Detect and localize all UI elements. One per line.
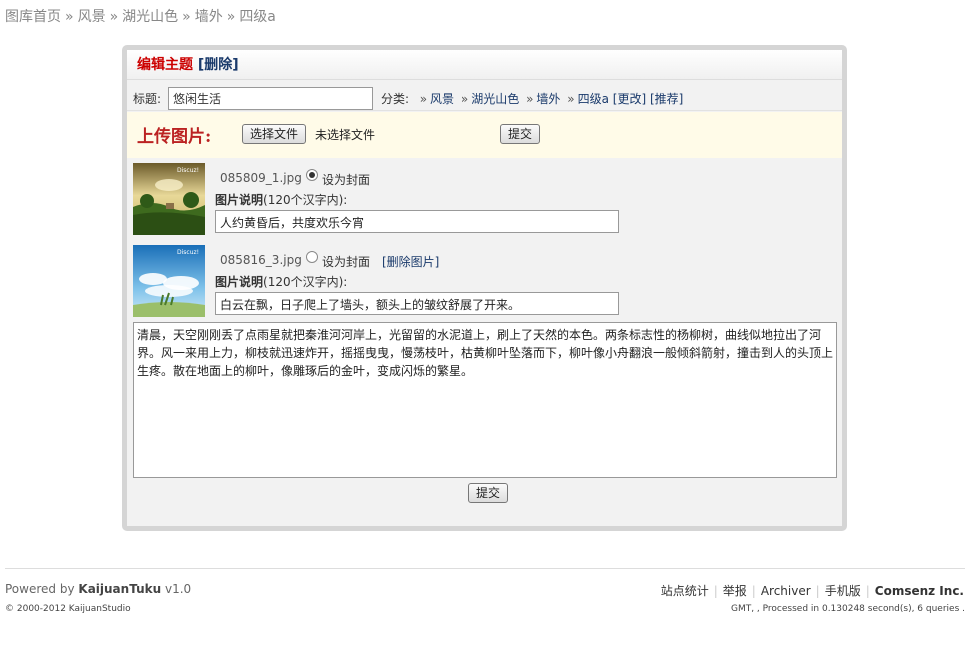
thumbnail-watermark: Discuz!: [177, 249, 199, 256]
image-desc-input[interactable]: 白云在飘，日子爬上了墙头，额头上的皱纹舒展了开来。: [215, 292, 619, 315]
title-label: 标题:: [133, 92, 162, 106]
image-item: Discuz! 085809_1.jpg 设为封面 图片说明(120个汉字内):…: [133, 163, 833, 239]
upload-submit-button[interactable]: 提交: [500, 124, 541, 144]
cover-label: 设为封面: [322, 173, 371, 187]
upload-row: 上传图片: 选择文件 未选择文件 提交: [127, 112, 842, 158]
breadcrumb-sep: »: [109, 9, 119, 25]
image-item: Discuz! 085816_3.jpg 设为封面 [删除图片] 图片说明(12…: [133, 245, 833, 321]
sky-thumbnail-icon: Discuz!: [133, 245, 205, 317]
category-level4a[interactable]: 四级a: [578, 92, 609, 106]
breadcrumb-scenery[interactable]: 风景: [78, 9, 106, 25]
category-row: 分类: » 风景 » 湖光山色 » 墙外 » 四级a [更改] [推荐]: [381, 92, 684, 106]
breadcrumb-sep: »: [226, 9, 236, 25]
choose-file-button[interactable]: 选择文件: [242, 124, 307, 144]
cover-radio[interactable]: [306, 251, 318, 263]
title-row: 标题: 分类: »风景 »湖光山色 »墙外 »四级a [更改] [推荐]: [127, 81, 842, 111]
breadcrumb-outside-wall[interactable]: 墙外: [195, 9, 223, 25]
image-desc-label: 图片说明(120个汉字内):: [215, 193, 348, 207]
breadcrumb-home[interactable]: 图库首页: [5, 9, 61, 25]
image-filename: 085809_1.jpg: [220, 171, 302, 185]
copyright: © 2000-2012 KaijuanStudio: [5, 604, 131, 614]
footer-link-stats[interactable]: 站点统计: [661, 584, 709, 598]
image-desc-label: 图片说明(120个汉字内):: [215, 275, 348, 289]
image-thumbnail[interactable]: Discuz!: [133, 245, 205, 317]
category-outside-wall[interactable]: 墙外: [536, 92, 560, 106]
footer-divider: [5, 568, 965, 569]
edit-topic-panel: 编辑主题 [删除] 标题: 分类: »风景 »湖光山色 »墙外 »四级a [更改…: [122, 45, 847, 531]
category-lake-mountain[interactable]: 湖光山色: [471, 92, 519, 106]
breadcrumb-level4a[interactable]: 四级a: [239, 9, 276, 25]
footer-link-report[interactable]: 举报: [723, 584, 747, 598]
thumbnail-watermark: Discuz!: [177, 167, 199, 174]
footer-brand[interactable]: Comsenz Inc.: [875, 584, 964, 598]
image-filename: 085816_3.jpg: [220, 253, 302, 267]
recommend-link[interactable]: [推荐]: [650, 92, 683, 106]
delete-image-link[interactable]: [删除图片]: [382, 253, 439, 270]
cover-radio[interactable]: [306, 169, 318, 181]
change-category-link[interactable]: [更改]: [613, 92, 646, 106]
breadcrumb-sep: »: [65, 9, 74, 25]
breadcrumb-sep: »: [182, 9, 191, 25]
delete-topic-link[interactable]: [删除]: [198, 57, 239, 73]
upload-label: 上传图片:: [137, 127, 212, 147]
landscape-thumbnail-icon: Discuz!: [133, 163, 205, 235]
cover-label: 设为封面: [322, 255, 371, 269]
image-thumbnail[interactable]: Discuz!: [133, 163, 205, 235]
submit-button[interactable]: 提交: [468, 483, 509, 503]
breadcrumb-lake-mountain[interactable]: 湖光山色: [122, 9, 178, 25]
image-desc-input[interactable]: 人约黄昏后，共度欢乐今宵: [215, 210, 619, 233]
panel-header: 编辑主题 [删除]: [127, 50, 842, 80]
powered-by: Powered by KaijuanTuku v1.0: [5, 582, 192, 596]
footer-links: 站点统计 | 举报 | Archiver | 手机版 | Comsenz Inc.: [660, 584, 964, 598]
powered-name[interactable]: KaijuanTuku: [78, 582, 161, 596]
category-label: 分类:: [381, 92, 410, 106]
footer-link-mobile[interactable]: 手机版: [825, 584, 861, 598]
category-scenery[interactable]: 风景: [430, 92, 454, 106]
breadcrumb: 图库首页» 风景» 湖光山色» 墙外» 四级a: [5, 6, 276, 26]
title-input[interactable]: [168, 87, 373, 110]
footer-stats: GMT, , Processed in 0.130248 second(s), …: [730, 604, 965, 614]
footer-link-archiver[interactable]: Archiver: [761, 584, 811, 598]
no-file-text: 未选择文件: [315, 128, 376, 142]
panel-title: 编辑主题: [137, 57, 193, 73]
content-textarea[interactable]: 清晨，天空刚刚丢了点雨星就把秦淮河河岸上，光留留的水泥道上，刷上了天然的本色。两…: [133, 322, 837, 478]
